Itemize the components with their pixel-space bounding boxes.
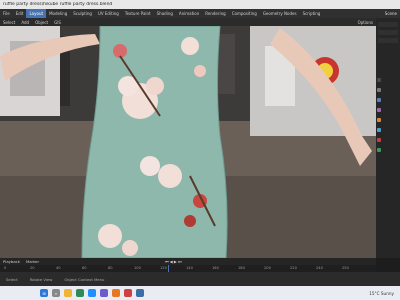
tick-label: 250 [342,266,349,270]
workspace-tabs: File Edit Layout Modeling Sculpting UV E… [0,9,400,18]
play-controls[interactable]: ⏮ ◀ ▶ ⏭ [162,259,184,264]
window-title: ruffle party dress\hikube ruffle party d… [3,2,113,7]
app-icon[interactable] [124,289,132,297]
outliner-row[interactable] [378,38,398,43]
scene-icon[interactable] [377,108,381,112]
blender-icon[interactable] [112,289,120,297]
viewport-header: Select Add Object GIS Options [0,18,376,26]
timeline-controls: Playback Marker ⏮ ◀ ▶ ⏭ [0,258,376,264]
tick-label: 60 [82,266,87,270]
start-icon[interactable]: ⊞ [40,289,48,297]
edge-icon[interactable] [88,289,96,297]
timeline[interactable]: Playback Marker ⏮ ◀ ▶ ⏭ 0 20 40 60 80 10… [0,258,376,272]
render-icon[interactable] [377,88,381,92]
tick-label: 0 [4,266,7,270]
tool-icon[interactable] [377,78,381,82]
texture-icon[interactable] [377,148,381,152]
tick-label: 240 [316,266,323,270]
material-icon[interactable] [377,138,381,142]
marker-menu[interactable]: Marker [23,259,42,264]
tick-label: 80 [108,266,113,270]
tab-scripting[interactable]: Scripting [300,9,324,18]
status-rotate: Rotate View [29,276,53,282]
options-button[interactable]: Options [355,20,376,25]
modifier-icon[interactable] [377,128,381,132]
playhead[interactable] [168,265,169,272]
tab-file[interactable]: File [0,9,13,18]
tick-label: 160 [212,266,219,270]
header-right: Scene [385,11,400,16]
outliner-row[interactable] [378,30,398,35]
tab-texture-paint[interactable]: Texture Paint [122,9,154,18]
tab-geometry-nodes[interactable]: Geometry Nodes [260,9,300,18]
tick-label: 120 [160,266,167,270]
object-icon[interactable] [377,118,381,122]
explorer-icon[interactable] [64,289,72,297]
tab-shading[interactable]: Shading [154,9,176,18]
output-icon[interactable] [377,98,381,102]
weather-widget[interactable]: 15°C Sunny [369,291,394,296]
tab-compositing[interactable]: Compositing [229,9,260,18]
playback-menu[interactable]: Playback [0,259,23,264]
tick-label: 200 [264,266,271,270]
tick-label: 20 [30,266,35,270]
timeline-ruler[interactable]: 0 20 40 60 80 100 120 140 160 180 200 22… [0,265,376,272]
tab-animation[interactable]: Animation [176,9,202,18]
tab-uv-editing[interactable]: UV Editing [95,9,122,18]
status-select: Select [6,276,18,282]
menu-select[interactable]: Select [0,20,18,25]
tab-layout[interactable]: Layout [26,9,47,18]
tab-modeling[interactable]: Modeling [46,9,70,18]
title-bar: ruffle party dress\hikube ruffle party d… [0,0,400,9]
properties-panel[interactable] [376,18,400,258]
tick-label: 100 [134,266,141,270]
scene-label[interactable]: Scene [385,11,397,16]
chrome-icon[interactable] [76,289,84,297]
menu-add[interactable]: Add [18,20,32,25]
tick-label: 40 [56,266,61,270]
tab-edit[interactable]: Edit [13,9,27,18]
viewport-render [0,26,376,258]
outliner-row[interactable] [378,22,398,27]
tick-label: 140 [186,266,193,270]
app-icon-2[interactable] [136,289,144,297]
menu-gis[interactable]: GIS [51,20,64,25]
status-context: Object Context Menu [64,276,105,282]
taskbar: ⊞ ⌕ 15°C Sunny [0,286,400,300]
dress [82,26,228,258]
status-bar: Select Rotate View Object Context Menu [0,272,400,286]
tab-rendering[interactable]: Rendering [202,9,228,18]
tick-label: 220 [290,266,297,270]
tab-sculpting[interactable]: Sculpting [70,9,95,18]
search-icon[interactable]: ⌕ [52,289,60,297]
3d-viewport[interactable] [0,26,376,258]
tick-label: 180 [238,266,245,270]
teams-icon[interactable] [100,289,108,297]
menu-object[interactable]: Object [32,20,51,25]
